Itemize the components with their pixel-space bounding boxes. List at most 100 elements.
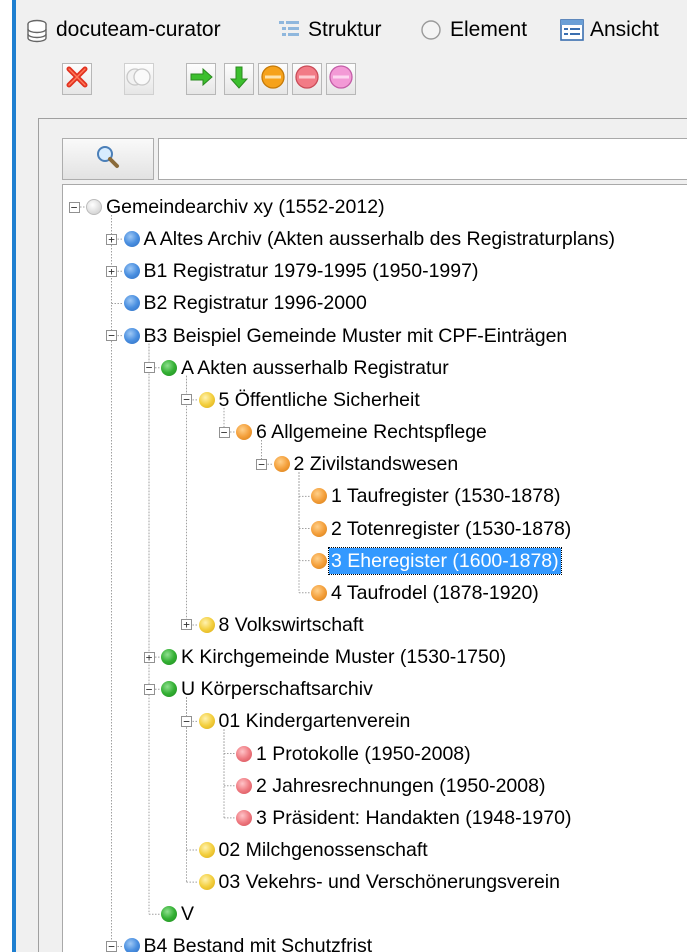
- tree-node[interactable]: 4 Taufrodel (1878-1920): [63, 579, 687, 607]
- blue-status-dot-icon: [123, 938, 140, 952]
- blue-status-dot-icon: [123, 263, 140, 280]
- collapse-toggle[interactable]: −: [143, 683, 155, 695]
- tree-node-label: 5 Öffentliche Sicherheit: [218, 388, 420, 411]
- pink-circle-icon: [328, 64, 354, 95]
- tree-node[interactable]: − 6 Allgemeine Rechtspflege: [63, 418, 687, 446]
- database-icon: [26, 19, 48, 43]
- toggle-button[interactable]: [124, 63, 154, 95]
- collapse-toggle[interactable]: −: [181, 715, 192, 727]
- tree-node-label: U Körperschaftsarchiv: [181, 678, 373, 701]
- view-window-icon: [560, 19, 584, 41]
- expand-toggle[interactable]: +: [181, 619, 192, 631]
- set-pink-level-button[interactable]: [326, 63, 356, 95]
- tree-node-label: 2 Zivilstandswesen: [293, 453, 459, 476]
- tree-node-label: 8 Volkswirtschaft: [218, 613, 364, 636]
- yellow-status-dot-icon: [198, 616, 215, 633]
- menu-ansicht[interactable]: Ansicht: [560, 16, 659, 44]
- menu-struktur[interactable]: Struktur: [278, 16, 382, 44]
- tree-node[interactable]: +8 Volkswirtschaft: [63, 611, 687, 639]
- double-circle-icon: [126, 66, 152, 93]
- tree-node[interactable]: − A Akten ausserhalb Registratur: [63, 354, 687, 382]
- expand-toggle[interactable]: +: [143, 651, 155, 663]
- collapse-toggle[interactable]: −: [68, 201, 80, 213]
- tree-node[interactable]: 2 Totenregister (1530-1878): [63, 515, 687, 543]
- collapse-toggle[interactable]: −: [106, 330, 117, 342]
- expand-toggle[interactable]: +: [106, 233, 117, 245]
- green-arrow-right-icon: [189, 67, 213, 92]
- yellow-status-dot-icon: [198, 842, 215, 858]
- tree-node[interactable]: − Gemeindearchiv xy (1552-2012): [63, 193, 687, 221]
- menu-element[interactable]: Element: [420, 16, 527, 44]
- search-input[interactable]: [158, 138, 687, 180]
- tree-node-label: 1 Protokolle (1950-2008): [256, 742, 471, 765]
- menu-label: Struktur: [308, 18, 382, 41]
- tree-node[interactable]: B2 Registratur 1996-2000: [63, 289, 687, 317]
- blue-status-dot-icon: [123, 327, 140, 344]
- orange-status-dot-icon: [311, 520, 327, 537]
- menu-bar: docuteam-curator Struktur Element Ansich…: [16, 0, 687, 56]
- toolbar: [16, 56, 687, 111]
- tree-node[interactable]: − 5 Öffentliche Sicherheit: [63, 386, 687, 414]
- tree-node[interactable]: − U Körperschaftsarchiv: [63, 675, 687, 703]
- tree-node-label: B1 Registratur 1979-1995 (1950-1997): [143, 260, 479, 283]
- tree-node-label: 2 Totenregister (1530-1878): [331, 517, 572, 540]
- set-red-level-button[interactable]: [292, 63, 322, 95]
- set-orange-level-button[interactable]: [258, 63, 288, 95]
- red-status-dot-icon: [236, 809, 252, 826]
- red-status-dot-icon: [236, 745, 252, 762]
- tree-node[interactable]: − B4 Bestand mit Schutzfrist: [63, 932, 687, 952]
- collapse-toggle[interactable]: −: [106, 940, 117, 952]
- tree-structure-icon: [278, 19, 300, 41]
- green-status-dot-icon: [161, 906, 177, 923]
- tree-node[interactable]: 3 Präsident: Handakten (1948-1970): [63, 804, 687, 832]
- delete-button[interactable]: [62, 63, 92, 95]
- tree-node[interactable]: + A Altes Archiv (Akten ausserhalb des Re…: [63, 225, 687, 253]
- tree-node[interactable]: − 01 Kindergartenverein: [63, 707, 687, 735]
- tree-node[interactable]: V: [63, 900, 687, 928]
- tree-node-label: 03 Vekehrs- und Verschönerungsverein: [218, 871, 560, 894]
- tree-node[interactable]: 02 Milchgenossenschaft: [63, 836, 687, 864]
- orange-status-dot-icon: [311, 488, 327, 505]
- tree-node[interactable]: 3 Eheregister (1600-1878): [63, 546, 687, 575]
- tree-node-label: B4 Bestand mit Schutzfrist: [143, 935, 373, 952]
- tree-node[interactable]: 03 Vekehrs- und Verschönerungsverein: [63, 868, 687, 896]
- blue-status-dot-icon: [123, 295, 140, 312]
- collapse-toggle[interactable]: −: [218, 426, 230, 438]
- tree-node[interactable]: 1 Taufregister (1530-1878): [63, 482, 687, 510]
- yellow-status-dot-icon: [198, 874, 215, 891]
- orange-status-dot-icon: [311, 584, 327, 601]
- tree-node-label: B3 Beispiel Gemeinde Muster mit CPF-Eint…: [143, 324, 568, 347]
- tree-node-label: 4 Taufrodel (1878-1920): [331, 581, 539, 604]
- orange-circle-icon: [260, 64, 286, 95]
- tree-node-label: K Kirchgemeinde Muster (1530-1750): [181, 646, 507, 669]
- tree-node-label: 3 Eheregister (1600-1878): [328, 546, 562, 575]
- menu-label: Ansicht: [590, 18, 659, 41]
- expand-toggle[interactable]: +: [106, 265, 117, 277]
- move-down-button[interactable]: [224, 63, 254, 95]
- collapse-toggle[interactable]: −: [181, 394, 192, 406]
- archive-tree[interactable]: − Gemeindearchiv xy (1552-2012) + A Altes A…: [62, 184, 687, 952]
- blue-status-dot-icon: [123, 231, 140, 248]
- orange-status-dot-icon: [273, 456, 290, 473]
- tree-node[interactable]: − B3 Beispiel Gemeinde Muster mit CPF-Ein…: [63, 322, 687, 350]
- tree-node-label: B2 Registratur 1996-2000: [143, 292, 367, 315]
- collapse-toggle[interactable]: −: [143, 362, 155, 374]
- tree-node[interactable]: − 2 Zivilstandswesen: [63, 450, 687, 478]
- tree-node[interactable]: 2 Jahresrechnungen (1950-2008): [63, 772, 687, 800]
- red-x-icon: [65, 65, 89, 94]
- tree-node[interactable]: 1 Protokolle (1950-2008): [63, 740, 687, 768]
- collapse-toggle[interactable]: −: [256, 458, 267, 470]
- tree-node[interactable]: + K Kirchgemeinde Muster (1530-1750): [63, 643, 687, 671]
- red-status-dot-icon: [236, 777, 252, 794]
- green-arrow-down-icon: [229, 65, 249, 94]
- menu-docuteam-curator[interactable]: docuteam-curator: [26, 16, 221, 44]
- search-button[interactable]: [62, 138, 154, 180]
- green-status-dot-icon: [161, 359, 177, 376]
- orange-status-dot-icon: [311, 552, 327, 569]
- yellow-status-dot-icon: [198, 391, 215, 408]
- move-right-button[interactable]: [186, 63, 216, 95]
- tree-node-label: A Akten ausserhalb Registratur: [181, 356, 449, 379]
- tree-node[interactable]: + B1 Registratur 1979-1995 (1950-1997): [63, 257, 687, 285]
- green-status-dot-icon: [161, 649, 177, 666]
- tree-node-label: V: [181, 903, 195, 926]
